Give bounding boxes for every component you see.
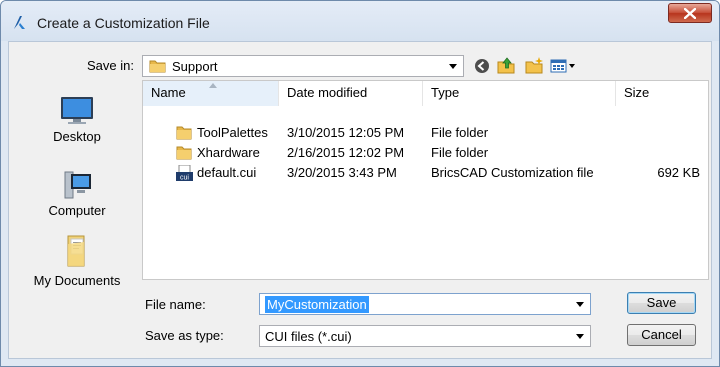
folder-icon bbox=[176, 126, 192, 140]
save-as-type-select[interactable]: CUI files (*.cui) bbox=[259, 325, 591, 347]
up-folder-icon[interactable] bbox=[496, 56, 516, 74]
save-as-type-value: CUI files (*.cui) bbox=[265, 329, 352, 344]
save-dialog: Create a Customization File Save in: Sup… bbox=[0, 0, 720, 367]
save-in-label: Save in: bbox=[87, 58, 134, 73]
list-item[interactable]: ToolPalettes 3/10/2015 12:05 PM File fol… bbox=[143, 123, 708, 143]
desktop-icon bbox=[61, 97, 93, 124]
cui-file-icon: cui bbox=[176, 165, 193, 181]
place-label: Computer bbox=[48, 203, 106, 218]
list-item[interactable]: Xhardware 2/16/2015 12:02 PM File folder bbox=[143, 143, 708, 163]
chevron-down-icon[interactable] bbox=[576, 302, 584, 307]
column-header-date[interactable]: Date modified bbox=[279, 81, 423, 106]
place-label: My Documents bbox=[33, 273, 121, 288]
save-in-value: Support bbox=[172, 59, 218, 74]
file-date: 3/20/2015 3:43 PM bbox=[287, 165, 397, 180]
place-computer[interactable]: Computer bbox=[12, 170, 142, 218]
place-desktop[interactable]: Desktop bbox=[12, 96, 142, 144]
back-icon[interactable] bbox=[474, 58, 490, 74]
new-folder-icon[interactable] bbox=[524, 56, 544, 74]
file-name-label: File name: bbox=[145, 297, 206, 312]
save-as-type-label: Save as type: bbox=[145, 328, 224, 343]
dialog-body: Save in: Support Desktop Computer My Doc… bbox=[8, 41, 712, 359]
place-my-documents[interactable]: My Documents bbox=[12, 232, 142, 288]
file-name-input[interactable]: MyCustomization bbox=[259, 293, 591, 315]
file-name: Xhardware bbox=[197, 145, 260, 160]
svg-text:cui: cui bbox=[180, 175, 189, 182]
views-menu-icon[interactable] bbox=[550, 58, 576, 74]
column-header-size[interactable]: Size bbox=[616, 81, 708, 106]
places-bar: Desktop Computer My Documents bbox=[12, 80, 142, 320]
chevron-down-icon bbox=[449, 64, 457, 69]
file-date: 3/10/2015 12:05 PM bbox=[287, 125, 405, 140]
window-title: Create a Customization File bbox=[37, 15, 210, 31]
computer-icon bbox=[64, 171, 91, 199]
file-type: BricsCAD Customization file bbox=[431, 165, 594, 180]
file-size: 692 KB bbox=[657, 165, 700, 180]
column-header-type[interactable]: Type bbox=[423, 81, 616, 106]
app-icon bbox=[14, 16, 25, 29]
title-bar[interactable]: Create a Customization File bbox=[1, 1, 719, 41]
cancel-button[interactable]: Cancel bbox=[627, 324, 696, 346]
list-item[interactable]: cui default.cui 3/20/2015 3:43 PM BricsC… bbox=[143, 163, 708, 183]
file-type: File folder bbox=[431, 125, 489, 140]
file-type: File folder bbox=[431, 145, 489, 160]
save-button[interactable]: Save bbox=[627, 292, 696, 314]
sort-ascending-icon bbox=[209, 83, 217, 88]
folder-icon bbox=[149, 60, 166, 73]
close-icon bbox=[684, 8, 696, 19]
file-date: 2/16/2015 12:02 PM bbox=[287, 145, 405, 160]
folder-icon bbox=[176, 146, 192, 160]
file-list[interactable]: Name Date modified Type Size ToolPalette… bbox=[142, 80, 709, 280]
file-name-value: MyCustomization bbox=[265, 296, 369, 313]
file-name: default.cui bbox=[197, 165, 257, 180]
chevron-down-icon bbox=[576, 334, 584, 339]
place-label: Desktop bbox=[53, 129, 101, 144]
documents-icon bbox=[67, 235, 85, 267]
file-name: ToolPalettes bbox=[197, 125, 268, 140]
close-button[interactable] bbox=[668, 3, 712, 23]
save-in-combo[interactable]: Support bbox=[142, 55, 464, 77]
column-header-name[interactable]: Name bbox=[143, 81, 279, 106]
